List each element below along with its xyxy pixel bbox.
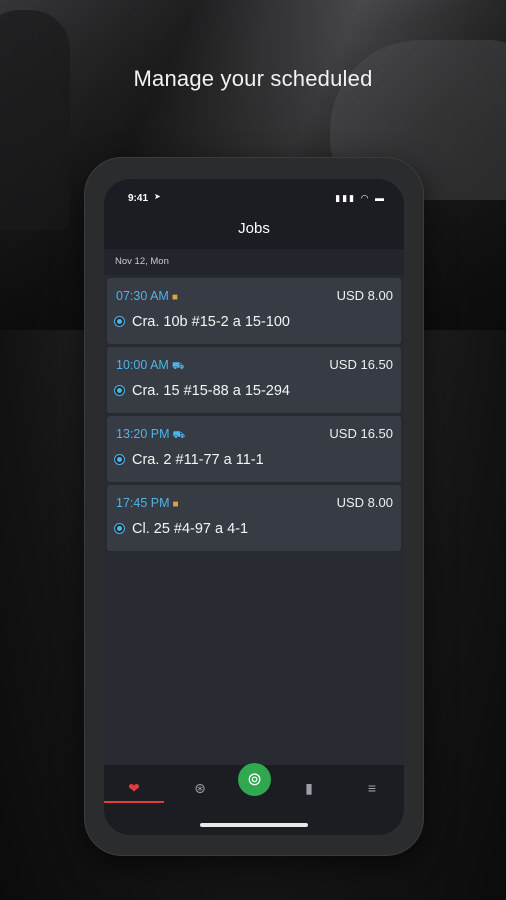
heart-badge-icon: ❤ xyxy=(128,780,140,796)
phone-screen: 9:41 ➤ ▮▮▮ ◠ ▬ Jobs Nov 12, Mon 07:30 AM… xyxy=(104,179,404,835)
pickup-dot-icon xyxy=(115,454,124,464)
promo-headline: Manage your scheduled xyxy=(133,66,373,91)
compass-icon: ⊛ xyxy=(194,780,206,796)
status-time: 9:41 xyxy=(128,193,149,204)
jobs-list: 07:30 AM ■ USD 8.00 Cra. 10b #15-2 a 15-1… xyxy=(104,278,404,551)
tab-drive[interactable]: ⊚ xyxy=(238,763,271,796)
job-card[interactable]: 13:20 PM ⛟ USD 16.50 Cra. 2 #11-77 a 11-1 xyxy=(107,416,401,482)
job-time: 10:00 AM ⛟ xyxy=(116,358,185,372)
job-price: USD 16.50 xyxy=(329,357,393,372)
pickup-dot-icon xyxy=(115,523,124,533)
job-time: 13:20 PM ⛟ xyxy=(116,427,186,441)
bottom-tab-bar: ❤ ⊛ ⊚ ▮ ≡ xyxy=(104,763,404,835)
signal-wifi-battery-icon: ▮▮▮ ◠ ▬ xyxy=(335,193,386,203)
date-header: Nov 12, Mon xyxy=(104,249,404,275)
steering-wheel-icon: ⊚ xyxy=(246,769,263,789)
car-icon: ⛟ xyxy=(172,430,186,441)
job-card[interactable]: 17:45 PM ■ USD 8.00 Cl. 25 #4-97 a 4-1 xyxy=(107,485,401,551)
menu-icon: ≡ xyxy=(367,780,377,796)
pickup-dot-icon xyxy=(115,385,124,395)
status-bar: 9:41 ➤ ▮▮▮ ◠ ▬ xyxy=(104,179,404,211)
car-icon: ⛟ xyxy=(171,361,185,372)
job-address: Cra. 10b #15-2 a 15-100 xyxy=(115,314,290,330)
page-title: Jobs xyxy=(104,211,404,249)
package-icon: ■ xyxy=(172,499,179,510)
tab-menu[interactable]: ≡ xyxy=(342,773,402,803)
job-address: Cra. 2 #11-77 a 11-1 xyxy=(115,452,264,468)
job-price: USD 8.00 xyxy=(336,288,393,303)
job-card[interactable]: 07:30 AM ■ USD 8.00 Cra. 10b #15-2 a 15-1… xyxy=(107,278,401,344)
pickup-dot-icon xyxy=(115,316,124,326)
home-indicator[interactable] xyxy=(200,823,308,827)
tab-explore[interactable]: ⊛ xyxy=(170,773,230,803)
job-price: USD 16.50 xyxy=(329,426,393,441)
location-icon: ➤ xyxy=(154,192,161,201)
phone-frame: 9:41 ➤ ▮▮▮ ◠ ▬ Jobs Nov 12, Mon 07:30 AM… xyxy=(84,157,424,856)
job-time: 07:30 AM ■ xyxy=(116,289,178,303)
job-card[interactable]: 10:00 AM ⛟ USD 16.50 Cra. 15 #15-88 a 15-… xyxy=(107,347,401,413)
bar-chart-icon: ▮ xyxy=(305,780,313,796)
job-address: Cl. 25 #4-97 a 4-1 xyxy=(115,521,248,537)
tab-jobs[interactable]: ❤ xyxy=(104,773,164,803)
job-address: Cra. 15 #15-88 a 15-294 xyxy=(115,383,290,399)
job-time: 17:45 PM ■ xyxy=(116,496,179,510)
job-price: USD 8.00 xyxy=(336,495,393,510)
tab-stats[interactable]: ▮ xyxy=(279,773,339,803)
background-person-silhouette xyxy=(0,10,70,230)
package-icon: ■ xyxy=(171,292,178,303)
